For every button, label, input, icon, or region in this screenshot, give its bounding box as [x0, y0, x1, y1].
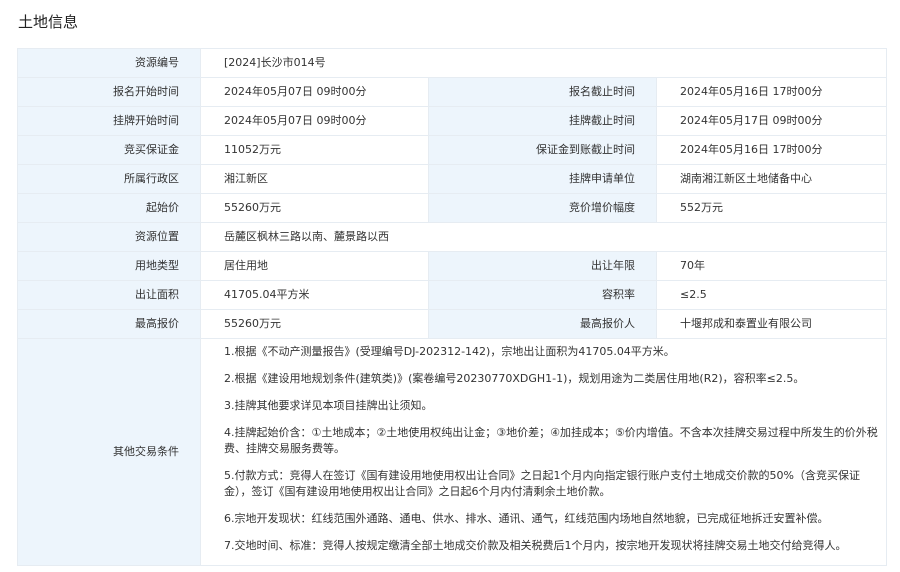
- field-value: 2024年05月07日 09时00分: [200, 77, 429, 107]
- field-label: 挂牌开始时间: [17, 106, 201, 136]
- field-label: 起始价: [17, 193, 201, 223]
- condition-item: 5.付款方式：竞得人在签订《国有建设用地使用权出让合同》之日起1个月内向指定银行…: [224, 469, 860, 498]
- field-value: 55260万元: [200, 193, 429, 223]
- condition-item: 7.交地时间、标准：竞得人按规定缴清全部土地成交价款及相关税费后1个月内，按宗地…: [224, 539, 847, 552]
- table-row: 起始价 55260万元 竞价增价幅度 552万元: [17, 193, 887, 223]
- field-value: 552万元: [656, 193, 887, 223]
- field-value: 湘江新区: [200, 164, 429, 194]
- field-label: 出让面积: [17, 280, 201, 310]
- field-value: [2024]长沙市014号: [200, 48, 887, 78]
- field-label: 保证金到账截止时间: [428, 135, 657, 165]
- field-label: 出让年限: [428, 251, 657, 281]
- table-row: 用地类型 居住用地 出让年限 70年: [17, 251, 887, 281]
- field-value: 2024年05月16日 17时00分: [656, 77, 887, 107]
- page-title: 土地信息: [18, 13, 79, 31]
- field-label: 竞价增价幅度: [428, 193, 657, 223]
- table-row: 竞买保证金 11052万元 保证金到账截止时间 2024年05月16日 17时0…: [17, 135, 887, 165]
- condition-item: 6.宗地开发现状：红线范围外通路、通电、供水、排水、通讯、通气，红线范围内场地自…: [224, 512, 829, 525]
- condition-item: 1.根据《不动产测量报告》(受理编号DJ-202312-142)，宗地出让面积为…: [224, 345, 675, 358]
- condition-item: 4.挂牌起始价含：①土地成本；②土地使用权纯出让金；③地价差；④加挂成本；⑤价内…: [224, 426, 878, 455]
- field-label: 资源编号: [17, 48, 201, 78]
- field-label: 报名开始时间: [17, 77, 201, 107]
- field-label: 挂牌截止时间: [428, 106, 657, 136]
- condition-item: 2.根据《建设用地规划条件(建筑类)》(案卷编号20230770XDGH1-1)…: [224, 372, 805, 385]
- field-value: 2024年05月16日 17时00分: [656, 135, 887, 165]
- conditions-label: 其他交易条件: [17, 338, 201, 566]
- field-value: 2024年05月07日 09时00分: [200, 106, 429, 136]
- field-label: 挂牌申请单位: [428, 164, 657, 194]
- field-label: 所属行政区: [17, 164, 201, 194]
- table-row-conditions: 其他交易条件 1.根据《不动产测量报告》(受理编号DJ-202312-142)，…: [17, 338, 887, 566]
- field-value: 居住用地: [200, 251, 429, 281]
- field-value: 2024年05月17日 09时00分: [656, 106, 887, 136]
- field-value: 70年: [656, 251, 887, 281]
- table-row: 出让面积 41705.04平方米 容积率 ≤2.5: [17, 280, 887, 310]
- field-value: 十堰邦成和泰置业有限公司: [656, 309, 887, 339]
- conditions-list: 1.根据《不动产测量报告》(受理编号DJ-202312-142)，宗地出让面积为…: [200, 338, 887, 566]
- field-label: 最高报价: [17, 309, 201, 339]
- table-row: 挂牌开始时间 2024年05月07日 09时00分 挂牌截止时间 2024年05…: [17, 106, 887, 136]
- condition-item: 3.挂牌其他要求详见本项目挂牌出让须知。: [224, 399, 433, 412]
- table-row: 资源编号 [2024]长沙市014号: [17, 48, 887, 78]
- land-info-table: 资源编号 [2024]长沙市014号 报名开始时间 2024年05月07日 09…: [17, 48, 887, 566]
- field-value: 湖南湘江新区土地储备中心: [656, 164, 887, 194]
- table-row: 最高报价 55260万元 最高报价人 十堰邦成和泰置业有限公司: [17, 309, 887, 339]
- field-value: 11052万元: [200, 135, 429, 165]
- field-value: 41705.04平方米: [200, 280, 429, 310]
- field-label: 用地类型: [17, 251, 201, 281]
- field-label: 容积率: [428, 280, 657, 310]
- table-row: 所属行政区 湘江新区 挂牌申请单位 湖南湘江新区土地储备中心: [17, 164, 887, 194]
- table-row: 报名开始时间 2024年05月07日 09时00分 报名截止时间 2024年05…: [17, 77, 887, 107]
- table-row: 资源位置 岳麓区枫林三路以南、麓景路以西: [17, 222, 887, 252]
- field-value: 55260万元: [200, 309, 429, 339]
- field-value: 岳麓区枫林三路以南、麓景路以西: [200, 222, 887, 252]
- field-label: 报名截止时间: [428, 77, 657, 107]
- field-label: 竞买保证金: [17, 135, 201, 165]
- field-value: ≤2.5: [656, 280, 887, 310]
- field-label: 资源位置: [17, 222, 201, 252]
- field-label: 最高报价人: [428, 309, 657, 339]
